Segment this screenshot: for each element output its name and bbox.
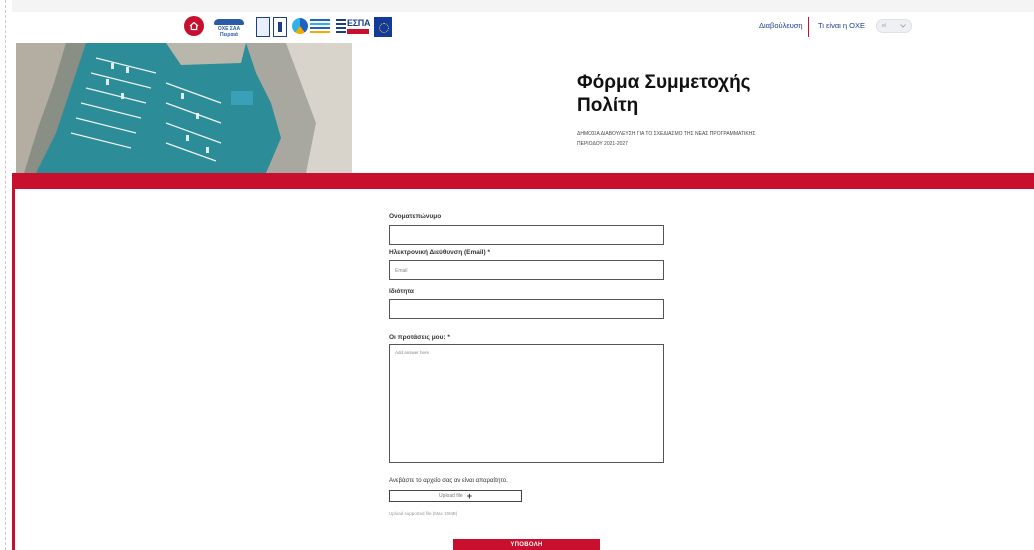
- page-title: Φόρμα Συμμετοχής Πολίτη: [577, 72, 751, 116]
- name-field[interactable]: [389, 225, 664, 245]
- proposals-textarea[interactable]: Add answer here: [389, 344, 664, 463]
- logo-line: [310, 27, 330, 29]
- submit-button[interactable]: ΥΠΟΒΟΛΗ: [453, 539, 600, 550]
- region-swirl-icon: [292, 18, 308, 34]
- chevron-down-icon: [900, 24, 906, 28]
- home-button[interactable]: [184, 16, 204, 36]
- site-header: ΟΧΕ ΣΑΑ Πειραιά ΕΣΠΑ Διαβούλευση Τι είνα…: [12, 12, 1034, 45]
- espa-logo-bar: [347, 29, 369, 34]
- ship-icon: [214, 19, 244, 25]
- upload-button-label: Upload file: [439, 493, 463, 499]
- hero-section: Φόρμα Συμμετοχής Πολίτη ΔΗΜΟΣΙΑ ΔΙΑΒΟΥΛΕ…: [12, 43, 1034, 173]
- email-field[interactable]: Email: [389, 260, 664, 280]
- espa-logo: ΕΣΠΑ: [336, 17, 371, 37]
- nav-link-consultation[interactable]: Διαβούλευση: [759, 21, 803, 30]
- partner-logo-2: [273, 17, 287, 37]
- language-select[interactable]: el: [876, 19, 912, 33]
- greek-flag-icon: [336, 19, 346, 33]
- email-label: Ηλεκτρονική Διεύθυνση (Email) *: [389, 249, 490, 256]
- language-value: el: [882, 23, 886, 29]
- role-label: Ιδιότητα: [389, 288, 414, 295]
- role-field[interactable]: [389, 299, 664, 319]
- nav-divider: [808, 17, 809, 37]
- proposals-label: Οι προτάσεις μου: *: [389, 334, 450, 341]
- name-label: Ονοματεπώνυμο: [389, 213, 442, 220]
- upload-file-button[interactable]: Upload file +: [389, 490, 522, 502]
- logo-line: [310, 31, 330, 33]
- logo-line: [310, 19, 330, 21]
- upload-label: Ανεβάστε το αρχείο σας αν είναι απαραίτη…: [389, 478, 508, 484]
- espa-logo-text: ΕΣΠΑ: [347, 18, 371, 28]
- oxe-logo[interactable]: ΟΧΕ ΣΑΑ Πειραιά: [210, 17, 248, 38]
- page-subtitle: ΔΗΜΟΣΙΑ ΔΙΑΒΟΥΛΕΥΣΗ ΓΙΑ ΤΟ ΣΧΕΔΙΑΣΜΟ ΤΗΣ…: [577, 131, 756, 147]
- partner-logo-1: [256, 17, 270, 37]
- attica-region-logo: [292, 17, 332, 37]
- logo-line: [310, 23, 330, 25]
- eu-flag-icon: [374, 17, 392, 37]
- plus-icon: +: [466, 491, 472, 501]
- page-guide-line: [5, 0, 6, 550]
- oxe-logo-text: ΟΧΕ ΣΑΑ Πειραιά: [217, 26, 241, 38]
- marina-aerial-photo: [16, 43, 352, 173]
- accent-band: [12, 173, 1034, 189]
- home-icon: [189, 21, 199, 31]
- upload-hint: Upload supported file (Max 15MB): [389, 511, 458, 516]
- accent-left-border: [12, 189, 15, 550]
- nav-link-what-is-oxe[interactable]: Τι είναι η ΟΧΕ: [818, 21, 865, 30]
